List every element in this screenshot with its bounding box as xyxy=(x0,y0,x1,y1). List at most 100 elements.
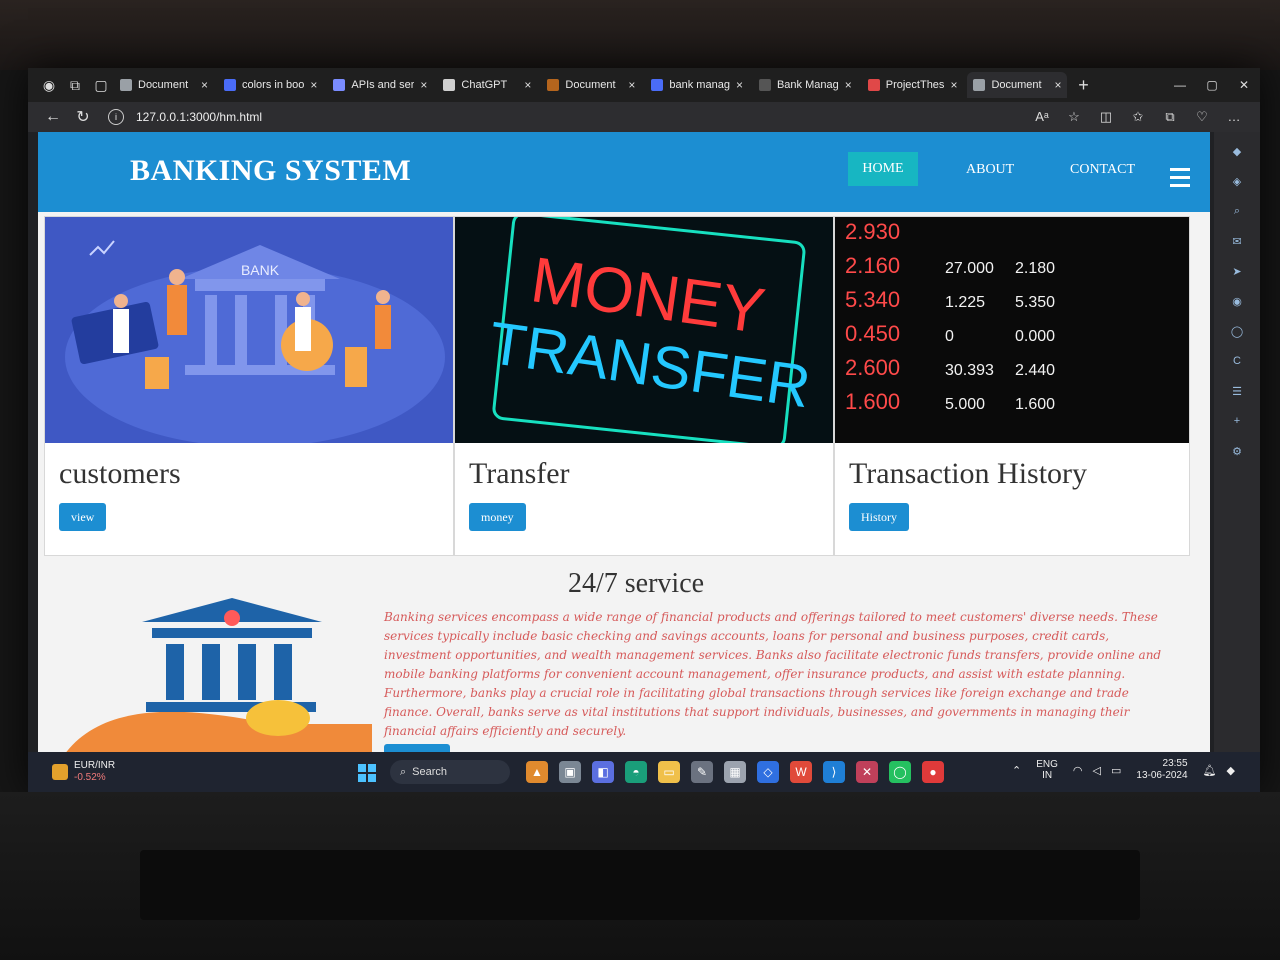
browser-tab[interactable]: Bank Manag × xyxy=(753,72,858,98)
money-transfer-neon-image: MONEY TRANSFER xyxy=(455,217,833,443)
clock[interactable]: 23:55 13-06-2024 xyxy=(1136,758,1187,782)
bank-sign-text: BANK xyxy=(241,262,280,278)
teams-icon[interactable]: ◧ xyxy=(592,761,614,783)
taskbar-search[interactable]: ⌕ Search xyxy=(390,760,510,784)
nav-home-link[interactable]: HOME xyxy=(848,152,918,186)
telegram-icon[interactable]: ➤ xyxy=(1227,265,1247,285)
browser-tab[interactable]: colors in boo × xyxy=(218,72,323,98)
minimize-icon[interactable]: — xyxy=(1164,78,1196,92)
clock-time: 23:55 xyxy=(1162,758,1188,769)
github-icon[interactable]: ◯ xyxy=(1227,325,1247,345)
browser-tab[interactable]: ChatGPT × xyxy=(437,72,537,98)
windows-taskbar: EUR/INR -0.52% ⌕ Search ▲ ▣ ◧ ◓ ▭ ✎ ▦ ◇ … xyxy=(28,752,1260,792)
nav-about-link[interactable]: ABOUT xyxy=(966,162,1014,178)
performance-icon[interactable]: ♡ xyxy=(1186,109,1218,125)
games-icon[interactable]: ◉ xyxy=(1227,295,1247,315)
tab-close-icon[interactable]: × xyxy=(310,78,317,92)
back-arrow-icon[interactable]: ← xyxy=(38,108,68,126)
add-sidebar-icon[interactable]: + xyxy=(1227,415,1247,435)
browser-tab[interactable]: Document × xyxy=(541,72,641,98)
favorites-icon[interactable]: ✩ xyxy=(1122,109,1154,125)
favorite-star-icon[interactable]: ☆ xyxy=(1058,109,1090,125)
browser-tab[interactable]: APIs and ser × xyxy=(327,72,433,98)
card-title-customers: customers xyxy=(59,457,181,490)
tab-close-icon[interactable]: × xyxy=(201,78,208,92)
split-screen-icon[interactable]: ◫ xyxy=(1090,109,1122,125)
workspaces-icon[interactable]: ⧉ xyxy=(62,74,88,96)
ticker-value: 2.930 xyxy=(845,219,900,244)
card-title-transfer: Transfer xyxy=(469,457,570,490)
bank-icon xyxy=(758,79,771,91)
tab-title: ChatGPT xyxy=(461,79,508,91)
tab-close-icon[interactable]: × xyxy=(845,78,852,92)
browser-tab[interactable]: Document × xyxy=(967,72,1068,98)
site-info-icon[interactable]: i xyxy=(108,109,124,125)
notepad-icon[interactable]: ✎ xyxy=(691,761,713,783)
ticker-value: 0.450 xyxy=(845,321,900,346)
chrome-icon[interactable]: ● xyxy=(922,761,944,783)
tab-title: bank manag xyxy=(669,79,730,91)
copilot-icon[interactable]: ◆ xyxy=(1227,145,1247,165)
widget-app-icon[interactable]: ▲ xyxy=(526,761,548,783)
whatsapp-icon[interactable]: ◯ xyxy=(889,761,911,783)
currency-widget[interactable]: EUR/INR -0.52% xyxy=(52,760,115,784)
browser-tab[interactable]: bank manag × xyxy=(645,72,749,98)
feature-cards: BANK customers view MONEY TRANSFER Trans… xyxy=(44,216,1190,556)
profile-avatar-icon[interactable]: ◉ xyxy=(36,74,62,96)
browser-tab[interactable]: Document × xyxy=(114,72,214,98)
url-field[interactable]: i 127.0.0.1:3000/hm.html xyxy=(108,109,262,125)
stock-ticker-image: 2.930 2.160 27.000 2.180 5.340 1.225 5.350 0.45… xyxy=(835,217,1189,443)
more-menu-icon[interactable]: … xyxy=(1218,109,1250,125)
taskbar-apps: ▲ ▣ ◧ ◓ ▭ ✎ ▦ ◇ W ⟩ ✕ ◯ ● xyxy=(526,761,955,783)
new-tab-button[interactable]: + xyxy=(1071,75,1095,96)
outlook-icon[interactable]: ✉ xyxy=(1227,235,1247,255)
partial-button[interactable] xyxy=(384,744,450,752)
reload-icon[interactable]: ↻ xyxy=(68,107,98,127)
view-button[interactable]: view xyxy=(59,503,107,531)
tab-close-icon[interactable]: × xyxy=(1054,78,1061,92)
battery-icon[interactable]: ▭ xyxy=(1111,764,1121,777)
task-view-icon[interactable]: ▣ xyxy=(559,761,581,783)
copilot-taskbar-icon[interactable]: ◆ xyxy=(1227,764,1235,777)
edge-icon[interactable]: ◓ xyxy=(625,761,647,783)
tab-title: Document xyxy=(991,79,1042,91)
tab-actions-icon[interactable]: ▢ xyxy=(88,74,114,96)
money-button[interactable]: money xyxy=(469,503,526,531)
lang-primary: ENG xyxy=(1036,759,1058,770)
tab-close-icon[interactable]: × xyxy=(628,78,635,92)
vscode-icon[interactable]: ⟩ xyxy=(823,761,845,783)
search-icon: ⌕ xyxy=(400,765,407,778)
site-brand[interactable]: BANKING SYSTEM xyxy=(130,154,411,188)
hamburger-menu-icon[interactable] xyxy=(1170,168,1190,192)
windows-start-icon[interactable] xyxy=(358,764,376,782)
page-icon xyxy=(120,79,132,91)
wifi-icon[interactable]: ◠ xyxy=(1073,764,1083,777)
office-icon[interactable]: W xyxy=(790,761,812,783)
notification-bell-icon[interactable]: 🔔︎ xyxy=(1203,764,1217,777)
browser-tab[interactable]: ProjectThes × xyxy=(862,72,964,98)
list-icon[interactable]: ☰ xyxy=(1227,385,1247,405)
sidebar-settings-icon[interactable]: ⚙ xyxy=(1227,445,1247,465)
close-window-icon[interactable]: ✕ xyxy=(1228,78,1260,92)
ticker-value: 0 xyxy=(945,328,954,345)
tab-close-icon[interactable]: × xyxy=(420,78,427,92)
store-icon[interactable]: ▦ xyxy=(724,761,746,783)
xampp-icon[interactable]: ✕ xyxy=(856,761,878,783)
tab-close-icon[interactable]: × xyxy=(950,78,957,92)
search-sidebar-icon[interactable]: ⌕ xyxy=(1227,205,1247,225)
nav-contact-link[interactable]: CONTACT xyxy=(1070,162,1135,178)
tab-close-icon[interactable]: × xyxy=(524,78,531,92)
language-indicator[interactable]: ENG IN xyxy=(1036,759,1058,781)
shopping-icon[interactable]: ◈ xyxy=(1227,175,1247,195)
history-button[interactable]: History xyxy=(849,503,909,531)
dropbox-icon[interactable]: ◇ xyxy=(757,761,779,783)
collections-icon[interactable]: ⧉ xyxy=(1154,109,1186,125)
read-aloud-icon[interactable]: Aᵃ xyxy=(1026,109,1058,125)
transfer-card: MONEY TRANSFER Transfer money xyxy=(454,216,834,556)
file-explorer-icon[interactable]: ▭ xyxy=(658,761,680,783)
maximize-icon[interactable]: ▢ xyxy=(1196,78,1228,92)
volume-icon[interactable]: ◁ xyxy=(1093,764,1101,777)
tab-close-icon[interactable]: × xyxy=(736,78,743,92)
c-icon[interactable]: C xyxy=(1227,355,1247,375)
show-hidden-icons[interactable]: ⌃ xyxy=(1012,764,1021,777)
